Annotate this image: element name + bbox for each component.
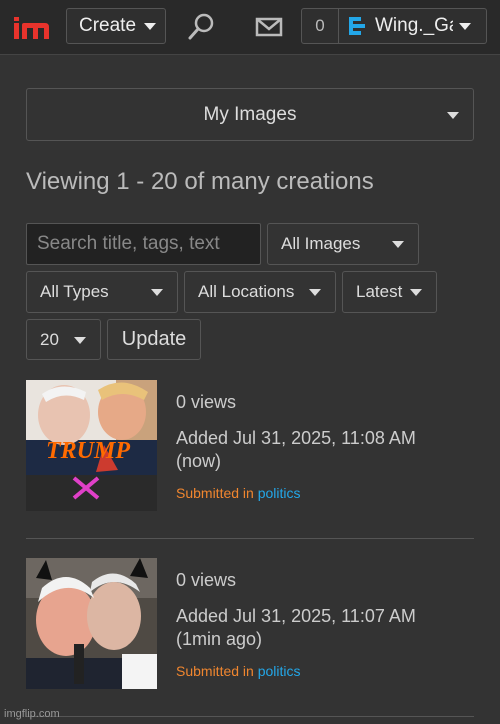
added-relative: (now)	[176, 451, 222, 471]
mail-icon[interactable]	[252, 10, 286, 44]
added-timestamp: Added Jul 31, 2025, 11:07 AM	[176, 606, 416, 626]
per-page-select[interactable]: 20	[26, 319, 101, 360]
item-divider	[26, 538, 474, 539]
image-thumbnail[interactable]	[26, 558, 157, 689]
type-filter-label: All Types	[40, 282, 109, 301]
search-icon[interactable]	[184, 10, 218, 44]
user-menu-button[interactable]: Wing._Ga	[339, 8, 487, 44]
my-images-dropdown[interactable]: My Images	[26, 88, 474, 141]
submitted-line: Submitted in politics	[176, 663, 476, 679]
location-filter-label: All Locations	[198, 282, 295, 301]
image-filter-label: All Images	[281, 234, 361, 253]
chevron-down-icon	[447, 111, 459, 119]
view-count: 0 views	[176, 392, 237, 412]
stream-link[interactable]: politics	[258, 663, 301, 679]
submitted-prefix: Submitted in	[176, 485, 254, 501]
imgflip-logo[interactable]	[12, 13, 52, 41]
added-timestamp: Added Jul 31, 2025, 11:08 AM	[176, 428, 416, 448]
create-button[interactable]: Create	[66, 8, 166, 44]
view-count: 0 views	[176, 570, 237, 590]
chevron-down-icon	[309, 289, 321, 296]
added-relative: (1min ago)	[176, 629, 263, 649]
submitted-prefix: Submitted in	[176, 663, 254, 679]
chevron-down-icon	[151, 289, 163, 296]
search-input[interactable]	[26, 223, 261, 265]
chevron-down-icon	[410, 289, 422, 296]
sort-label: Latest	[356, 282, 403, 301]
username: Wing._Ga	[375, 15, 453, 36]
added-date: Added Jul 31, 2025, 11:08 AM (now)	[176, 427, 476, 473]
type-filter-select[interactable]: All Types	[26, 271, 178, 313]
thumbnail-image: TRUMP	[26, 380, 157, 511]
per-page-label: 20	[40, 329, 59, 349]
item-divider	[26, 716, 474, 717]
user-avatar-icon	[349, 17, 365, 35]
notification-count[interactable]: 0	[301, 8, 339, 44]
chevron-down-icon	[459, 22, 471, 30]
viewing-count-text: Viewing 1 - 20 of many creations	[26, 168, 374, 195]
location-filter-select[interactable]: All Locations	[184, 271, 336, 313]
added-date: Added Jul 31, 2025, 11:07 AM (1min ago)	[176, 605, 476, 651]
my-images-label: My Images	[203, 103, 297, 125]
sort-select[interactable]: Latest	[342, 271, 437, 313]
chevron-down-icon	[144, 22, 157, 30]
chevron-down-icon	[392, 241, 404, 248]
submitted-line: Submitted in politics	[176, 485, 476, 501]
update-button[interactable]: Update	[107, 319, 201, 360]
chevron-down-icon	[74, 336, 86, 344]
image-filter-select[interactable]: All Images	[267, 223, 419, 265]
image-thumbnail[interactable]: TRUMP	[26, 380, 157, 511]
stream-link[interactable]: politics	[258, 485, 301, 501]
thumbnail-caption: TRUMP	[46, 438, 130, 464]
thumbnail-image	[26, 558, 157, 689]
create-label: Create	[79, 15, 137, 36]
top-bar: Create 0 Wing._Ga	[0, 0, 500, 55]
watermark: imgflip.com	[4, 708, 60, 720]
